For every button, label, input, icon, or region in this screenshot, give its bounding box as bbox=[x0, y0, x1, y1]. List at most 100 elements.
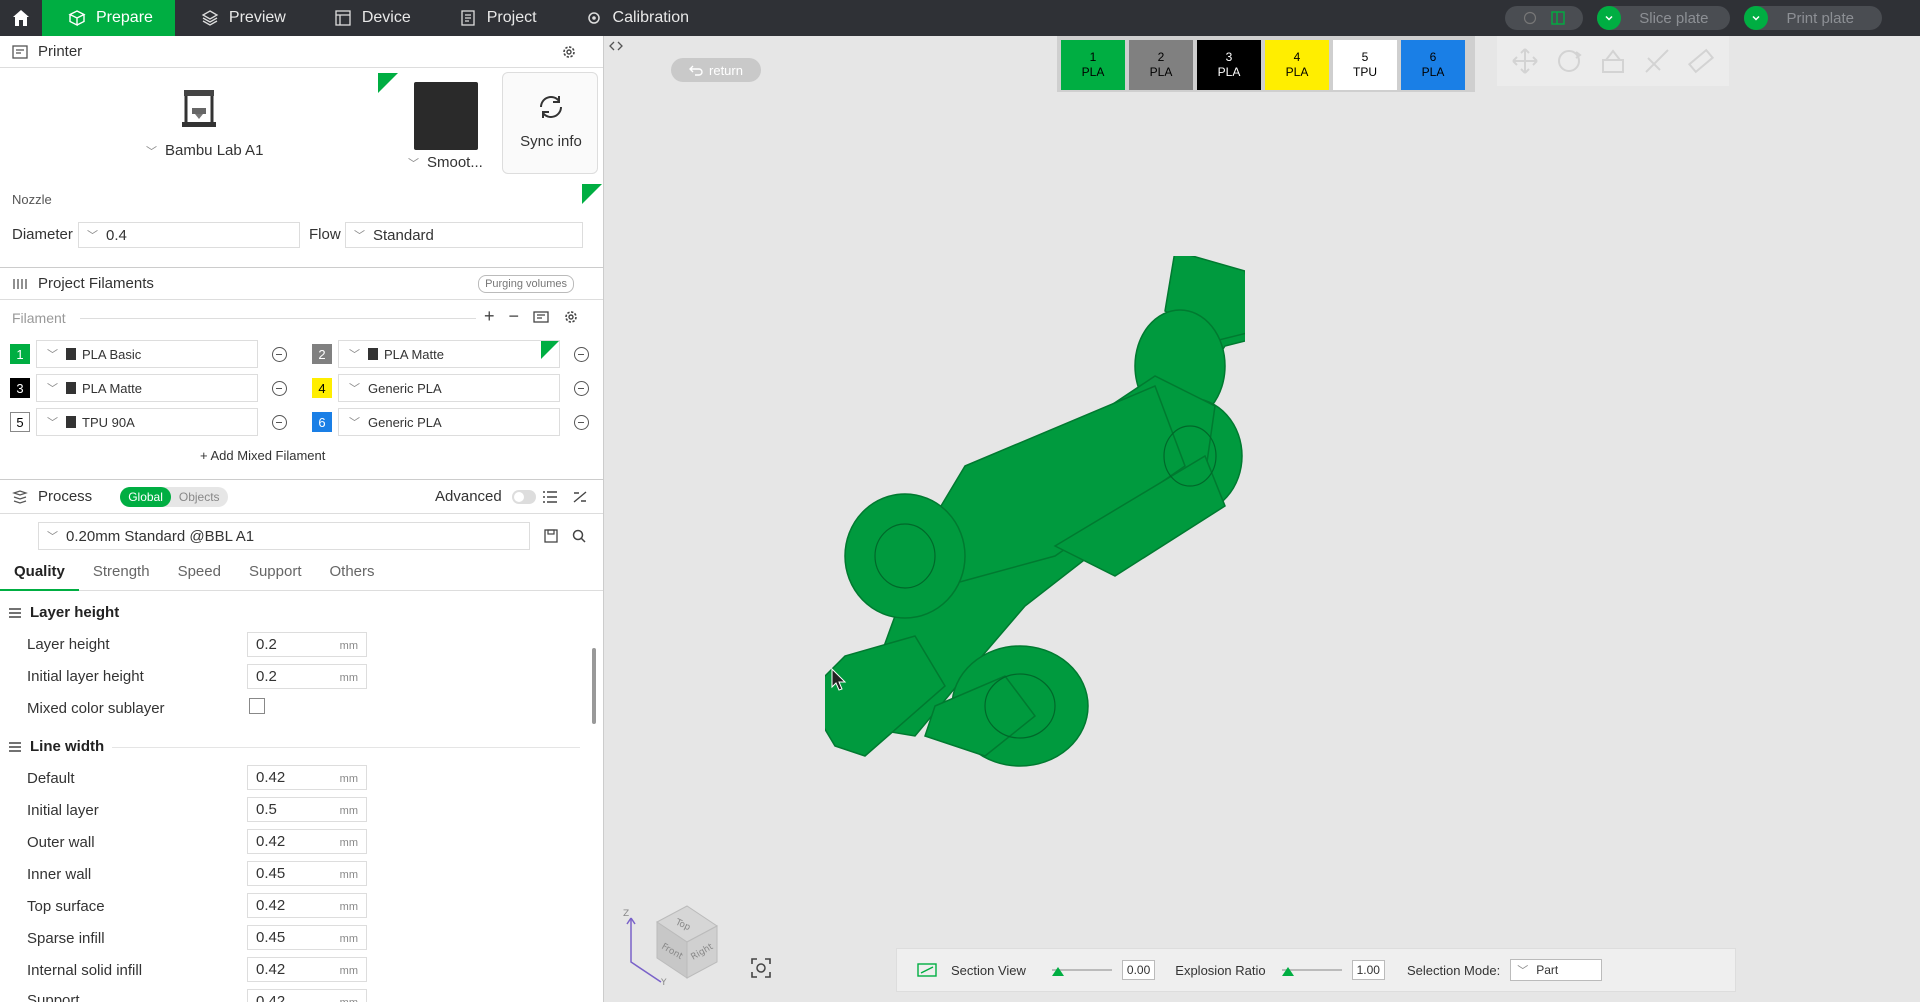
group-title: Line width bbox=[30, 738, 105, 755]
inner-wall-width-input[interactable]: 0.45 mm bbox=[247, 861, 367, 886]
navigation-cube[interactable]: Top Front Right Z Y bbox=[617, 886, 727, 986]
filament-select[interactable]: ﹀ Generic PLA bbox=[338, 408, 560, 436]
layer-height-input[interactable]: 0.2 mm bbox=[247, 632, 367, 657]
advanced-toggle[interactable] bbox=[512, 490, 536, 504]
view-toggle-group[interactable] bbox=[1505, 6, 1584, 30]
mixed-color-sublayer-checkbox[interactable] bbox=[249, 698, 265, 714]
explosion-ratio-slider[interactable] bbox=[1281, 967, 1342, 976]
color-match-icon[interactable] bbox=[533, 309, 549, 325]
plate-selector[interactable]: ﹀ Smoot... bbox=[408, 80, 488, 182]
gear-icon[interactable] bbox=[561, 44, 577, 60]
3d-viewport[interactable]: return 1 PLA 2 PLA 3 PLA 4 PLA 5 TPU 6 PLA bbox=[605, 36, 1920, 1002]
objects-option[interactable]: Objects bbox=[171, 487, 228, 507]
section-view-slider[interactable] bbox=[1051, 967, 1112, 976]
selection-mode-select[interactable]: ﹀ Part bbox=[1510, 959, 1603, 981]
support-width-input[interactable]: 0.42 mm bbox=[247, 989, 367, 1002]
left-sidebar: Printer ﹀ Bambu Lab A1 ﹀ Smoot... Sync inf… bbox=[0, 36, 604, 1002]
swatch-5[interactable]: 5 TPU bbox=[1333, 40, 1397, 90]
slice-plate-button[interactable]: Slice plate bbox=[1597, 6, 1731, 30]
collapse-sidebar-icon[interactable] bbox=[609, 40, 623, 52]
gear-icon[interactable] bbox=[563, 309, 579, 325]
remove-circle-icon[interactable] bbox=[574, 380, 589, 396]
rotate-icon[interactable] bbox=[1554, 46, 1584, 76]
slider-handle[interactable] bbox=[1281, 967, 1294, 976]
tab-calibration[interactable]: Calibration bbox=[559, 0, 711, 36]
filament-slot-2[interactable]: 2 ﹀ PLA Matte bbox=[312, 340, 589, 368]
scrollbar[interactable] bbox=[592, 648, 596, 724]
tab-device[interactable]: Device bbox=[308, 0, 433, 36]
tab-strength[interactable]: Strength bbox=[79, 563, 164, 590]
list-icon[interactable] bbox=[542, 490, 558, 504]
cut-icon[interactable] bbox=[1642, 46, 1672, 76]
initial-layer-height-input[interactable]: 0.2 mm bbox=[247, 664, 367, 689]
tab-prepare[interactable]: Prepare bbox=[42, 0, 175, 36]
filament-name: PLA Matte bbox=[384, 346, 444, 362]
purging-volumes-button[interactable]: Purging volumes bbox=[478, 275, 574, 293]
slider-handle[interactable] bbox=[1051, 967, 1064, 976]
home-button[interactable] bbox=[0, 0, 42, 36]
filament-name: PLA Basic bbox=[82, 346, 142, 362]
swatch-2[interactable]: 2 PLA bbox=[1129, 40, 1193, 90]
process-section-header: Process Global Objects Advanced bbox=[0, 480, 603, 514]
tab-speed[interactable]: Speed bbox=[164, 563, 235, 590]
tab-preview[interactable]: Preview bbox=[175, 0, 308, 36]
tab-support[interactable]: Support bbox=[235, 563, 316, 590]
printer-card[interactable]: ﹀ Bambu Lab A1 bbox=[8, 74, 400, 178]
printer-model-select[interactable]: ﹀ Bambu Lab A1 bbox=[146, 142, 263, 159]
remove-circle-icon[interactable] bbox=[574, 414, 589, 430]
add-mixed-filament-button[interactable]: + Add Mixed Filament bbox=[200, 448, 325, 463]
default-width-input[interactable]: 0.42 mm bbox=[247, 765, 367, 790]
tab-quality[interactable]: Quality bbox=[0, 563, 79, 591]
filament-slot-5[interactable]: 5 ﹀ TPU 90A bbox=[10, 408, 287, 436]
filament-slot-6[interactable]: 6 ﹀ Generic PLA bbox=[312, 408, 589, 436]
global-option[interactable]: Global bbox=[120, 486, 171, 507]
swatch-4[interactable]: 4 PLA bbox=[1265, 40, 1329, 90]
lay-on-face-icon[interactable] bbox=[1598, 46, 1628, 76]
outer-wall-width-input[interactable]: 0.42 mm bbox=[247, 829, 367, 854]
initial-layer-width-input[interactable]: 0.5 mm bbox=[247, 797, 367, 822]
remove-circle-icon[interactable] bbox=[574, 346, 589, 362]
filament-slot-4[interactable]: 4 ﹀ Generic PLA bbox=[312, 374, 589, 402]
filament-select[interactable]: ﹀ TPU 90A bbox=[36, 408, 258, 436]
internal-solid-infill-width-input[interactable]: 0.42 mm bbox=[247, 957, 367, 982]
flow-select[interactable]: ﹀ Standard bbox=[345, 222, 583, 248]
return-button[interactable]: return bbox=[671, 58, 761, 82]
remove-filament-icon[interactable]: − bbox=[509, 306, 520, 327]
sync-info-button[interactable]: Sync info bbox=[502, 72, 598, 174]
measure-icon[interactable] bbox=[1686, 46, 1716, 76]
input-value: 0.45 bbox=[256, 929, 286, 946]
tab-others[interactable]: Others bbox=[316, 563, 389, 590]
chevron-down-icon[interactable] bbox=[1744, 6, 1769, 30]
explosion-ratio-value[interactable]: 1.00 bbox=[1351, 960, 1385, 980]
filament-select[interactable]: ﹀ PLA Matte bbox=[36, 374, 258, 402]
process-preset-select[interactable]: ﹀ 0.20mm Standard @BBL A1 bbox=[38, 522, 530, 550]
filament-slot-1[interactable]: 1 ﹀ PLA Basic bbox=[10, 340, 287, 368]
section-view-value[interactable]: 0.00 bbox=[1121, 960, 1156, 980]
add-filament-icon[interactable]: + bbox=[484, 306, 495, 327]
swatch-1[interactable]: 1 PLA bbox=[1061, 40, 1125, 90]
fit-view-icon[interactable] bbox=[749, 956, 773, 980]
move-icon[interactable] bbox=[1510, 46, 1540, 76]
search-icon[interactable] bbox=[571, 528, 587, 544]
print-plate-label: Print plate bbox=[1786, 9, 1854, 27]
remove-circle-icon[interactable] bbox=[272, 414, 287, 430]
filament-select[interactable]: ﹀ PLA Matte bbox=[338, 340, 560, 368]
remove-circle-icon[interactable] bbox=[272, 346, 287, 362]
swatch-6[interactable]: 6 PLA bbox=[1401, 40, 1465, 90]
filament-slot-3[interactable]: 3 ﹀ PLA Matte bbox=[10, 374, 287, 402]
print-plate-button[interactable]: Print plate bbox=[1744, 6, 1882, 30]
remove-circle-icon[interactable] bbox=[272, 380, 287, 396]
filament-select[interactable]: ﹀ Generic PLA bbox=[338, 374, 560, 402]
swatch-3[interactable]: 3 PLA bbox=[1197, 40, 1261, 90]
chevron-down-icon[interactable] bbox=[1597, 6, 1622, 30]
filament-select[interactable]: ﹀ PLA Basic bbox=[36, 340, 258, 368]
compare-icon[interactable] bbox=[572, 490, 588, 504]
f1-car-model[interactable] bbox=[825, 256, 1245, 776]
top-surface-width-input[interactable]: 0.42 mm bbox=[247, 893, 367, 918]
save-icon[interactable] bbox=[543, 528, 559, 544]
bambu-brand-icon bbox=[368, 348, 378, 360]
sparse-infill-width-input[interactable]: 0.45 mm bbox=[247, 925, 367, 950]
scope-toggle[interactable]: Global Objects bbox=[120, 486, 228, 507]
diameter-select[interactable]: ﹀ 0.4 bbox=[78, 222, 300, 248]
tab-project[interactable]: Project bbox=[433, 0, 559, 36]
